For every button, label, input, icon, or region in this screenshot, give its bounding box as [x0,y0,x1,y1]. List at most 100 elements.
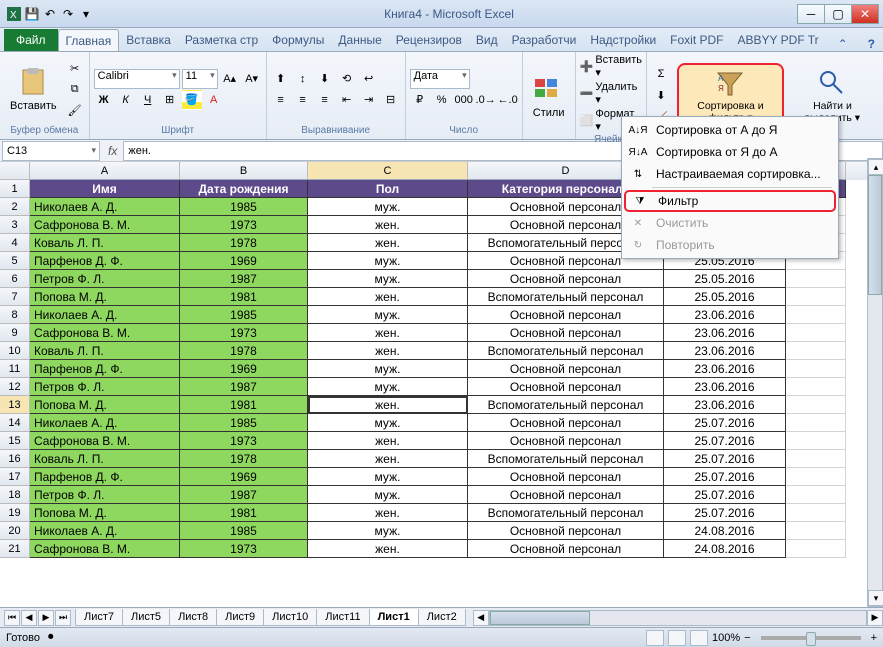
menu-custom-sort[interactable]: ⇅ Настраиваемая сортировка... [624,163,836,185]
cell[interactable] [786,396,846,414]
row-header[interactable]: 6 [0,270,30,288]
comma-icon[interactable]: 000 [454,90,474,110]
vscroll-thumb[interactable] [868,175,882,295]
cell[interactable] [786,360,846,378]
cell[interactable]: Сафронова В. М. [30,432,180,450]
cell[interactable]: жен. [308,216,468,234]
cell[interactable]: 25.05.2016 [664,288,786,306]
name-box[interactable]: C13 [2,141,100,161]
row-header[interactable]: 1 [0,180,30,198]
fill-icon[interactable]: ⬇ [651,86,671,106]
cell[interactable]: Сафронова В. М. [30,540,180,558]
cell[interactable]: жен. [308,324,468,342]
cell[interactable]: 23.06.2016 [664,306,786,324]
tab-home[interactable]: Главная [58,29,120,51]
cell[interactable]: 25.07.2016 [664,414,786,432]
cell[interactable]: 1987 [180,486,308,504]
cell[interactable]: 1987 [180,378,308,396]
col-header-b[interactable]: B [180,162,308,180]
cell[interactable]: Имя [30,180,180,198]
cell[interactable]: Дата рождения [180,180,308,198]
sheet-tab[interactable]: Лист1 [369,609,419,626]
cell[interactable]: 1969 [180,360,308,378]
cell[interactable]: Основной персонал [468,324,664,342]
tab-layout[interactable]: Разметка стр [178,29,265,51]
select-all-button[interactable] [0,162,30,180]
cell[interactable] [786,414,846,432]
cell[interactable]: 1985 [180,198,308,216]
cell[interactable]: 24.08.2016 [664,540,786,558]
cell[interactable] [786,468,846,486]
underline-icon[interactable]: Ч [138,90,158,110]
cell[interactable]: муж. [308,414,468,432]
sheet-tab[interactable]: Лист2 [418,609,466,626]
cell[interactable]: Николаев А. Д. [30,414,180,432]
cell[interactable]: муж. [308,252,468,270]
cell[interactable]: Основной персонал [468,270,664,288]
zoom-level[interactable]: 100% [712,632,740,644]
row-header[interactable]: 2 [0,198,30,216]
merge-icon[interactable]: ⊟ [381,90,401,110]
zoom-out-icon[interactable]: − [744,632,750,644]
cell[interactable]: жен. [308,234,468,252]
row-header[interactable]: 16 [0,450,30,468]
qat-more-icon[interactable]: ▾ [78,6,94,22]
scroll-up-icon[interactable]: ▴ [868,159,883,175]
tab-foxit[interactable]: Foxit PDF [663,29,730,51]
decrease-decimal-icon[interactable]: ←.0 [498,90,518,110]
cell[interactable]: Сафронова В. М. [30,216,180,234]
save-icon[interactable]: 💾 [24,6,40,22]
row-header[interactable]: 5 [0,252,30,270]
cell[interactable]: 25.07.2016 [664,450,786,468]
increase-decimal-icon[interactable]: .0→ [476,90,496,110]
cell[interactable]: Попова М. Д. [30,396,180,414]
copy-icon[interactable]: ⧉ [65,79,85,99]
cell[interactable] [786,540,846,558]
cell[interactable] [786,450,846,468]
align-middle-icon[interactable]: ↕ [293,69,313,89]
cell[interactable]: Николаев А. Д. [30,306,180,324]
close-button[interactable]: ✕ [851,4,879,24]
cell[interactable]: муж. [308,198,468,216]
sheet-nav-last-icon[interactable]: ⏭ [55,610,71,626]
undo-icon[interactable]: ↶ [42,6,58,22]
ribbon-minimize-icon[interactable]: ⌃ [830,37,856,51]
row-header[interactable]: 11 [0,360,30,378]
border-icon[interactable]: ⊞ [160,90,180,110]
autosum-icon[interactable]: Σ [651,64,671,84]
cell[interactable]: Вспомогательный персонал [468,342,664,360]
increase-font-icon[interactable]: A▴ [220,69,240,89]
sheet-nav-next-icon[interactable]: ▶ [38,610,54,626]
menu-sort-za[interactable]: Я↓А Сортировка от Я до А [624,141,836,163]
bold-icon[interactable]: Ж [94,90,114,110]
row-header[interactable]: 21 [0,540,30,558]
cell[interactable]: 1985 [180,414,308,432]
cell[interactable]: Петров Ф. Л. [30,270,180,288]
scroll-left-icon[interactable]: ◀ [473,610,489,626]
col-header-a[interactable]: A [30,162,180,180]
cell[interactable]: 25.07.2016 [664,486,786,504]
scroll-down-icon[interactable]: ▾ [868,590,883,606]
row-header[interactable]: 7 [0,288,30,306]
horizontal-scrollbar[interactable]: ◀ ▶ [473,610,883,626]
file-tab[interactable]: Файл [4,29,58,51]
cell[interactable]: 23.06.2016 [664,342,786,360]
increase-indent-icon[interactable]: ⇥ [359,90,379,110]
cell[interactable]: 1973 [180,540,308,558]
align-bottom-icon[interactable]: ⬇ [315,69,335,89]
cell[interactable]: Коваль Л. П. [30,342,180,360]
decrease-indent-icon[interactable]: ⇤ [337,90,357,110]
sheet-tab[interactable]: Лист10 [263,609,317,626]
fx-icon[interactable]: fx [102,144,123,158]
cell[interactable]: Парфенов Д. Ф. [30,468,180,486]
menu-filter[interactable]: ⧩ Фильтр [624,190,836,212]
cell[interactable]: 1987 [180,270,308,288]
view-normal-icon[interactable] [646,630,664,646]
cell[interactable]: Пол [308,180,468,198]
cell[interactable]: Основной персонал [468,522,664,540]
cell[interactable]: Попова М. Д. [30,288,180,306]
tab-view[interactable]: Вид [469,29,505,51]
menu-sort-az[interactable]: А↓Я Сортировка от А до Я [624,119,836,141]
delete-cells-button[interactable]: ➖Удалить ▾ [580,81,642,106]
cell[interactable]: 23.06.2016 [664,324,786,342]
